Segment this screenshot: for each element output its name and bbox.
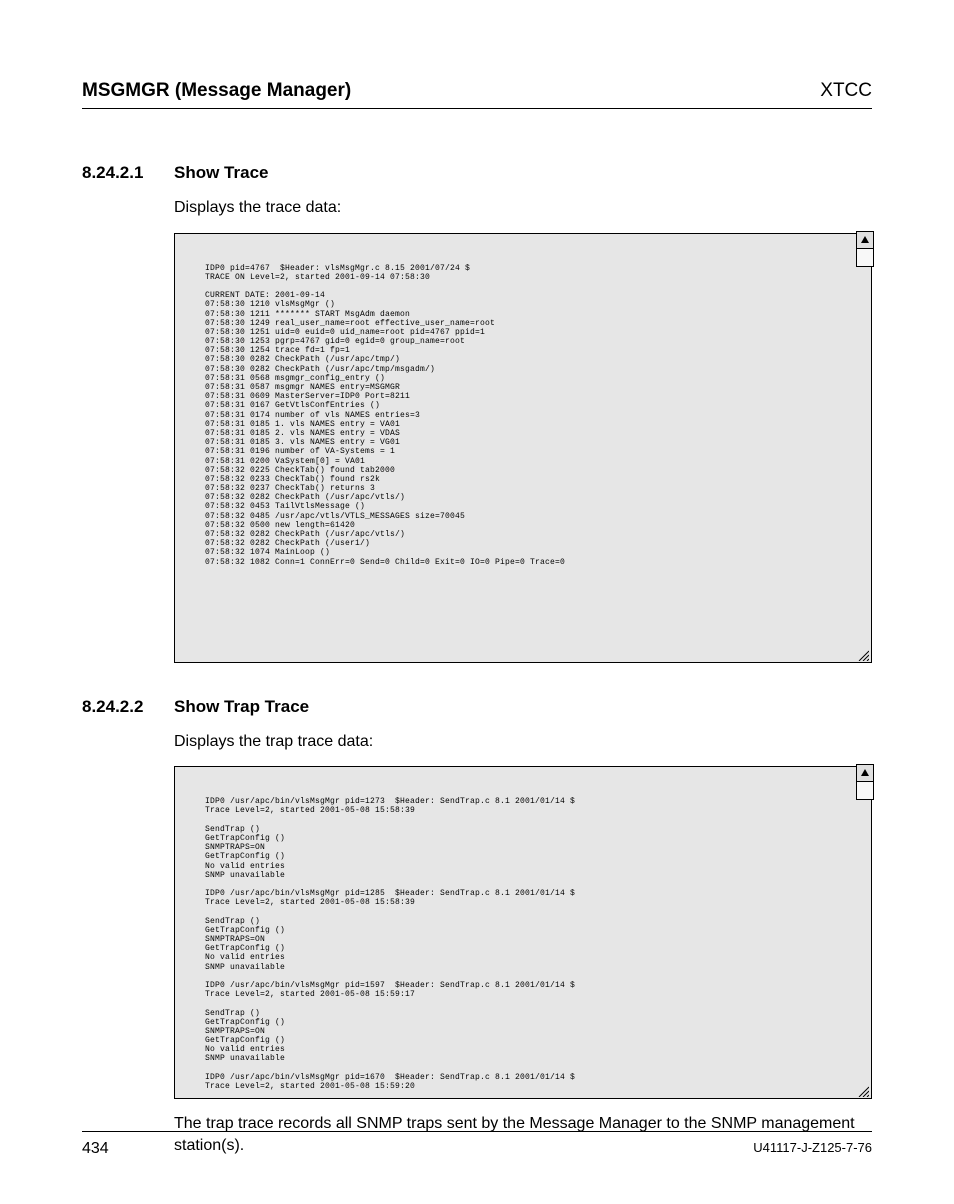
- resize-grip-icon: [857, 649, 869, 661]
- running-header: MSGMGR (Message Manager) XTCC: [82, 80, 872, 102]
- trap-trace-output-box: IDP0 /usr/apc/bin/vlsMsgMgr pid=1273 $He…: [174, 766, 872, 1099]
- section-number: 8.24.2.2: [82, 697, 154, 717]
- trace-output-text: IDP0 pid=4767 $Header: vlsMsgMgr.c 8.15 …: [175, 234, 871, 573]
- resize-grip-icon: [857, 1085, 869, 1097]
- document-id: U41117-J-Z125-7-76: [753, 1140, 872, 1158]
- header-left: MSGMGR (Message Manager): [82, 80, 351, 102]
- section-heading-show-trace: 8.24.2.1 Show Trace: [82, 163, 872, 183]
- scroll-track[interactable]: [856, 782, 874, 800]
- footer-rule: [82, 1131, 872, 1132]
- page-footer: 434 U41117-J-Z125-7-76: [82, 1131, 872, 1158]
- header-right: XTCC: [820, 80, 872, 102]
- section-title: Show Trace: [174, 163, 268, 183]
- scroll-track[interactable]: [856, 249, 874, 267]
- page-number: 434: [82, 1140, 109, 1158]
- trap-trace-output-text: IDP0 /usr/apc/bin/vlsMsgMgr pid=1273 $He…: [175, 767, 871, 1097]
- triangle-up-icon: [860, 768, 870, 778]
- header-rule: [82, 108, 872, 109]
- scroll-up-button[interactable]: [856, 231, 874, 249]
- resize-handle[interactable]: [857, 1084, 869, 1096]
- section-number: 8.24.2.1: [82, 163, 154, 183]
- section1-intro: Displays the trace data:: [174, 197, 872, 219]
- resize-handle[interactable]: [857, 648, 869, 660]
- trace-output-box: IDP0 pid=4767 $Header: vlsMsgMgr.c 8.15 …: [174, 233, 872, 663]
- section-heading-show-trap-trace: 8.24.2.2 Show Trap Trace: [82, 697, 872, 717]
- scroll-up-button[interactable]: [856, 764, 874, 782]
- section2-intro: Displays the trap trace data:: [174, 731, 872, 753]
- section-title: Show Trap Trace: [174, 697, 309, 717]
- triangle-up-icon: [860, 235, 870, 245]
